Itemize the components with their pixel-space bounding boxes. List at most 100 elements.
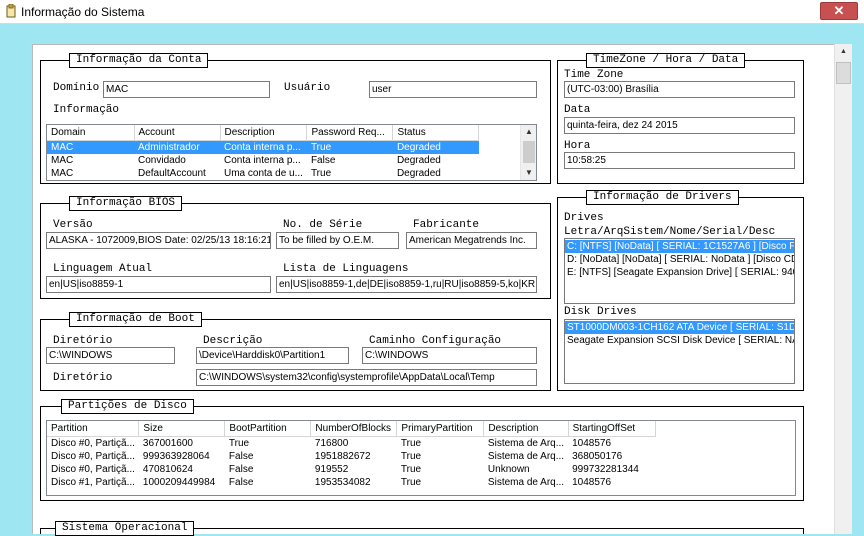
table-row[interactable]: MAC DefaultAccount Uma conta de u... Tru… [47, 167, 479, 180]
cell: 1048576 [572, 476, 612, 488]
disk-drives-list[interactable]: ST1000DM003-1CH162 ATA Device [ SERIAL: … [564, 319, 795, 384]
os-group: Sistema Operacional [40, 521, 804, 536]
col-boot-partition[interactable]: BootPartition [224, 421, 312, 437]
boot-dir-label: Diretório [53, 335, 113, 347]
bios-legend: Informação BIOS [69, 196, 183, 211]
col-number-of-blocks[interactable]: NumberOfBlocks [310, 421, 398, 437]
list-item[interactable]: Seagate Expansion SCSI Disk Device [ SER… [565, 334, 794, 347]
cell: True [310, 167, 332, 179]
partitions-table[interactable]: Partition Size BootPartition NumberOfBlo… [46, 420, 796, 496]
cell: 367001600 [142, 437, 193, 449]
partitions-header-row: Partition Size BootPartition NumberOfBlo… [47, 421, 656, 437]
cell: True [400, 463, 422, 475]
date-field[interactable]: quinta-feira, dez 24 2015 [564, 117, 795, 134]
cell: DefaultAccount [138, 167, 206, 179]
scroll-thumb[interactable] [523, 141, 535, 163]
cell: 999363928064 [142, 450, 210, 462]
col-primary-partition[interactable]: PrimaryPartition [396, 421, 485, 437]
language-list-field[interactable]: en|US|iso8859-1,de|DE|iso8859-1,ru|RU|is… [276, 276, 537, 293]
domain-label: Domínio [53, 82, 100, 94]
chevron-up-icon[interactable]: ▲ [521, 125, 536, 139]
main-scrollbar[interactable]: ▲ [834, 44, 852, 534]
manufacturer-field[interactable]: American Megatrends Inc. [406, 232, 537, 249]
col-starting-offset[interactable]: StartingOffSet [568, 421, 656, 437]
cell: 716800 [314, 437, 349, 449]
domain-field[interactable]: MAC [103, 81, 270, 98]
time-field[interactable]: 10:58:25 [564, 152, 795, 169]
cell: 470810624 [142, 463, 193, 475]
col-status[interactable]: Status [392, 125, 480, 141]
boot-desc-field[interactable]: \Device\Harddisk0\Partition1 [196, 347, 349, 364]
serial-label: No. de Série [283, 219, 363, 231]
account-legend: Informação da Conta [69, 53, 209, 68]
cell: Sistema de Arq... [487, 437, 565, 449]
cell: 1000209449984 [142, 476, 216, 488]
boot-temp-dir-field[interactable]: C:\WINDOWS\system32\config\systemprofile… [196, 369, 537, 386]
user-field[interactable]: user [369, 81, 537, 98]
cell: 1953534082 [314, 476, 371, 488]
list-item[interactable]: ST1000DM003-1CH162 ATA Device [ SERIAL: … [565, 321, 794, 334]
close-button[interactable]: ✕ [820, 2, 858, 20]
scroll-thumb[interactable] [836, 62, 851, 84]
account-table-scrollbar[interactable]: ▲ ▼ [520, 125, 536, 180]
table-row[interactable]: MAC Administrador Conta interna p... Tru… [47, 140, 479, 154]
boot-dir-field[interactable]: C:\WINDOWS [46, 347, 175, 364]
col-description[interactable]: Description [220, 125, 308, 141]
version-field[interactable]: ALASKA - 1072009,BIOS Date: 02/25/13 18:… [46, 232, 271, 249]
boot-config-label: Caminho Configuração [369, 335, 502, 347]
account-table[interactable]: Domain Account Description Password Req.… [46, 124, 537, 181]
col-account[interactable]: Account [134, 125, 221, 141]
cell: Degraded [396, 154, 441, 166]
cell: Disco #1, Partiçã... [51, 476, 135, 488]
boot-desc-label: Descrição [203, 335, 263, 347]
cell: 1048576 [572, 437, 612, 449]
cell: MAC [51, 167, 74, 179]
drives-list[interactable]: C: [NTFS] [NoData] [ SERIAL: 1C1527A6 ] … [564, 238, 795, 304]
scroll-up-icon[interactable]: ▲ [835, 44, 852, 60]
current-language-label: Linguagem Atual [53, 263, 153, 275]
user-label: Usuário [284, 82, 331, 94]
timezone-legend: TimeZone / Hora / Data [586, 53, 746, 68]
cell: Disco #0, Partiçã... [51, 437, 135, 449]
chevron-down-icon[interactable]: ▼ [521, 166, 536, 180]
list-item[interactable]: C: [NTFS] [NoData] [ SERIAL: 1C1527A6 ] … [565, 240, 794, 253]
serial-field[interactable]: To be filled by O.E.M. [276, 232, 399, 249]
current-language-field[interactable]: en|US|iso8859-1 [46, 276, 271, 293]
cell: Sistema de Arq... [487, 476, 565, 488]
cell: Conta interna p... [224, 154, 301, 166]
col-password-req[interactable]: Password Req... [306, 125, 394, 141]
table-row[interactable]: Disco #0, Partiçã... 470810624 False 919… [47, 463, 655, 476]
cell: False [310, 154, 336, 166]
boot-legend: Informação de Boot [69, 312, 202, 327]
cell: Disco #0, Partiçã... [51, 450, 135, 462]
drivers-legend: Informação de Drivers [586, 190, 739, 205]
cell: True [228, 437, 250, 449]
cell: Administrador [134, 140, 220, 154]
cell: Conta interna p... [220, 140, 307, 154]
col-description[interactable]: Description [483, 421, 569, 437]
cell: Degraded [396, 167, 441, 179]
timezone-field[interactable]: (UTC-03:00) Brasília [564, 81, 795, 98]
cell: 999732281344 [572, 463, 639, 475]
cell: True [400, 437, 422, 449]
boot-config-field[interactable]: C:\WINDOWS [362, 347, 537, 364]
cell: Uma conta de u... [224, 167, 303, 179]
table-row[interactable]: Disco #0, Partiçã... 367001600 True 7168… [47, 436, 655, 450]
cell: Convidado [138, 154, 186, 166]
table-row[interactable]: MAC Convidado Conta interna p... False D… [47, 154, 479, 167]
list-item[interactable]: E: [NTFS] [Seagate Expansion Drive] [ SE… [565, 266, 794, 279]
list-item[interactable]: D: [NoData] [NoData] [ SERIAL: NoData ] … [565, 253, 794, 266]
cell: Sistema de Arq... [487, 450, 565, 462]
cell: MAC [51, 154, 74, 166]
col-partition[interactable]: Partition [47, 421, 140, 437]
cell: 1951882672 [314, 450, 371, 462]
cell: True [306, 140, 393, 154]
table-row[interactable]: Disco #1, Partiçã... 1000209449984 False… [47, 476, 655, 489]
cell: MAC [47, 140, 134, 154]
cell: Degraded [392, 140, 479, 154]
title-bar: Informação do Sistema ✕ [0, 0, 864, 24]
col-domain[interactable]: Domain [47, 125, 135, 141]
app-icon [6, 4, 16, 18]
table-row[interactable]: Disco #0, Partiçã... 999363928064 False … [47, 450, 655, 463]
col-size[interactable]: Size [138, 421, 226, 437]
